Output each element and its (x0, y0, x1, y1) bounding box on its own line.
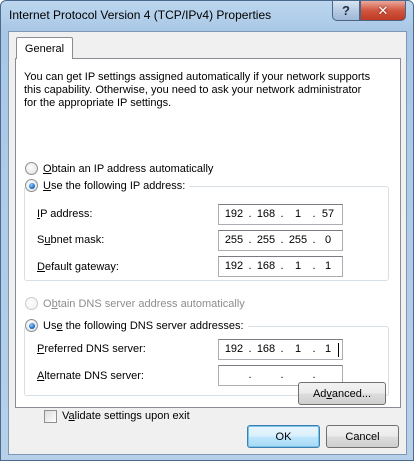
tab-general[interactable]: General (16, 37, 73, 59)
use-following-dns-label: Use the following DNS server addresses: (43, 319, 244, 332)
ip-address-octet-4: 57 (321, 208, 335, 220)
alternate-dns-label: Alternate DNS server: (37, 370, 144, 382)
obtain-dns-auto-option[interactable]: Obtain DNS server address automatically (25, 297, 245, 310)
help-button[interactable]: ? (332, 1, 360, 21)
subnet-mask-label: Subnet mask: (37, 234, 105, 246)
intro-text: You can get IP settings assigned automat… (24, 71, 394, 110)
title-bar[interactable]: Internet Protocol Version 4 (TCP/IPv4) P… (1, 1, 413, 31)
close-button[interactable]: ✕ (360, 1, 406, 21)
validate-checkbox[interactable] (44, 410, 57, 423)
subnet-mask-octet-2: 255 (256, 234, 276, 246)
dialog-window: Internet Protocol Version 4 (TCP/IPv4) P… (0, 0, 414, 461)
ok-button-label: OK (275, 430, 292, 443)
use-following-dns-option[interactable]: Use the following DNS server addresses: (25, 319, 248, 332)
ip-address-label: IP address: (37, 208, 93, 220)
general-tab-panel: You can get IP settings assigned automat… (15, 58, 401, 423)
preferred-dns-label: Preferred DNS server: (37, 343, 146, 355)
intro-line-3: for the appropriate IP settings. (24, 97, 172, 109)
intro-line-2: this capability. Otherwise, you need to … (24, 84, 362, 96)
obtain-ip-auto-label: Obtain an IP address automatically (43, 162, 214, 175)
default-gateway-input[interactable]: 192 . 168 . 1 . 1 (218, 256, 343, 277)
subnet-mask-octet-1: 255 (224, 234, 244, 246)
preferred-dns-input[interactable]: 192 . 168 . 1 . 1 (218, 339, 343, 360)
preferred-dns-octet-3: 1 (294, 343, 302, 355)
advanced-button[interactable]: Advanced... (298, 382, 386, 405)
text-caret (338, 343, 339, 357)
window-title: Internet Protocol Version 4 (TCP/IPv4) P… (9, 8, 272, 22)
ip-dot: . (312, 369, 316, 381)
obtain-ip-auto-option[interactable]: Obtain an IP address automatically (25, 162, 213, 175)
default-gateway-octet-3: 1 (294, 260, 302, 272)
ip-address-octet-2: 168 (256, 208, 276, 220)
validate-label[interactable]: Validate settings upon exit (62, 410, 190, 422)
use-following-ip-option[interactable]: Use the following IP address: (25, 179, 190, 192)
use-following-ip-radio[interactable] (25, 179, 38, 192)
default-gateway-octet-2: 168 (256, 260, 276, 272)
obtain-dns-auto-label: Obtain DNS server address automatically (43, 297, 245, 310)
default-gateway-label: Default gateway: (37, 261, 119, 273)
ip-address-input[interactable]: 192 . 168 . 1 . 57 (218, 204, 343, 225)
subnet-mask-octet-4: 0 (324, 234, 332, 246)
default-gateway-octet-4: 1 (324, 260, 332, 272)
intro-line-1: You can get IP settings assigned automat… (24, 71, 371, 83)
dialog-client: General You can get IP settings assigned… (8, 31, 407, 455)
subnet-mask-octet-3: 255 (288, 234, 308, 246)
advanced-button-label: Advanced... (312, 387, 372, 400)
ok-button[interactable]: OK (247, 425, 320, 448)
ip-dot: . (280, 369, 284, 381)
ip-address-octet-3: 1 (294, 208, 302, 220)
obtain-dns-auto-radio[interactable] (25, 297, 38, 310)
obtain-ip-auto-radio[interactable] (25, 162, 38, 175)
subnet-mask-input[interactable]: 255 . 255 . 255 . 0 (218, 230, 343, 251)
ip-dot: . (248, 369, 252, 381)
close-icon: ✕ (377, 2, 389, 18)
use-following-ip-label: Use the following IP address: (43, 179, 186, 192)
cancel-button[interactable]: Cancel (326, 425, 399, 448)
default-gateway-octet-1: 192 (224, 260, 244, 272)
ip-address-octet-1: 192 (224, 208, 244, 220)
tab-general-label: General (24, 42, 65, 55)
help-icon: ? (342, 3, 350, 18)
use-following-dns-radio[interactable] (25, 319, 38, 332)
preferred-dns-octet-1: 192 (224, 343, 244, 355)
cancel-button-label: Cancel (345, 430, 380, 443)
preferred-dns-octet-2: 168 (256, 343, 276, 355)
